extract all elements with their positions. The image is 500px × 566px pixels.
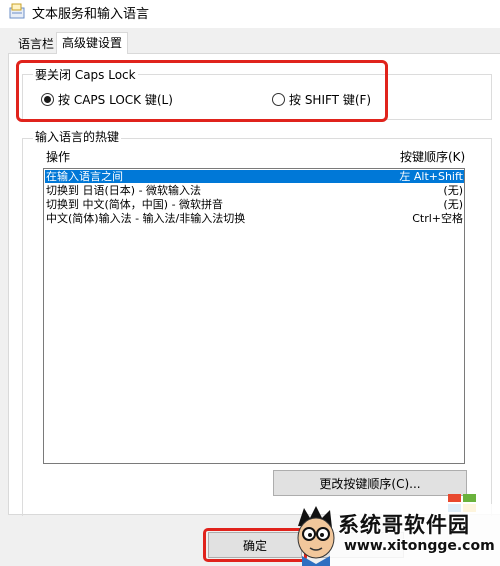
radio-shift-option[interactable]: 按 SHIFT 键(F) xyxy=(272,91,371,107)
hotkey-action: 切换到 日语(日本) - 微软输入法 xyxy=(46,184,202,197)
hotkey-row[interactable]: 切换到 中文(简体，中国) - 微软拼音 (无) xyxy=(45,198,464,211)
app-icon xyxy=(9,3,25,19)
window-title: 文本服务和输入语言 xyxy=(32,7,150,22)
tab-advanced-key-settings[interactable]: 高级键设置 xyxy=(56,32,129,54)
radio-checked-icon[interactable] xyxy=(41,92,54,106)
caps-lock-legend: 要关闭 Caps Lock xyxy=(33,68,138,82)
hotkey-legend: 输入语言的热键 xyxy=(33,130,122,144)
tab-language-bar[interactable]: 语言栏 xyxy=(14,34,58,54)
hotkey-row[interactable]: 切换到 日语(日本) - 微软输入法 (无) xyxy=(45,184,464,197)
hotkey-keys: (无) xyxy=(443,198,463,211)
watermark-title: 系统哥软件园 xyxy=(338,513,470,537)
title-bar: 文本服务和输入语言 xyxy=(0,0,500,28)
hotkey-keys: 左 Alt+Shift xyxy=(399,170,463,183)
hotkey-row[interactable]: 在输入语言之间 左 Alt+Shift xyxy=(45,170,464,183)
hotkey-action: 在输入语言之间 xyxy=(46,170,123,183)
hotkey-keys: (无) xyxy=(443,184,463,197)
radio-capslock-option[interactable]: 按 CAPS LOCK 键(L) xyxy=(41,91,173,107)
hotkey-keys: Ctrl+空格 xyxy=(412,212,463,225)
hotkey-list[interactable]: 在输入语言之间 左 Alt+Shift 切换到 日语(日本) - 微软输入法 (… xyxy=(43,168,465,464)
change-key-sequence-button[interactable]: 更改按键顺序(C)... xyxy=(273,470,467,496)
mascot-face-icon xyxy=(297,506,335,566)
ok-button[interactable]: 确定 xyxy=(208,532,302,558)
hotkey-action: 中文(简体)输入法 - 输入法/非输入法切换 xyxy=(46,212,246,225)
radio-capslock-label: 按 CAPS LOCK 键(L) xyxy=(58,92,173,107)
column-header-action: 操作 xyxy=(46,150,71,164)
radio-unchecked-icon[interactable] xyxy=(272,92,285,106)
column-header-key-sequence: 按键顺序(K) xyxy=(400,150,466,164)
radio-shift-label: 按 SHIFT 键(F) xyxy=(289,92,372,107)
hotkey-row[interactable]: 中文(简体)输入法 - 输入法/非输入法切换 Ctrl+空格 xyxy=(45,212,464,225)
hotkey-action: 切换到 中文(简体，中国) - 微软拼音 xyxy=(46,198,224,211)
watermark-url: www.xitongge.com xyxy=(344,538,495,554)
